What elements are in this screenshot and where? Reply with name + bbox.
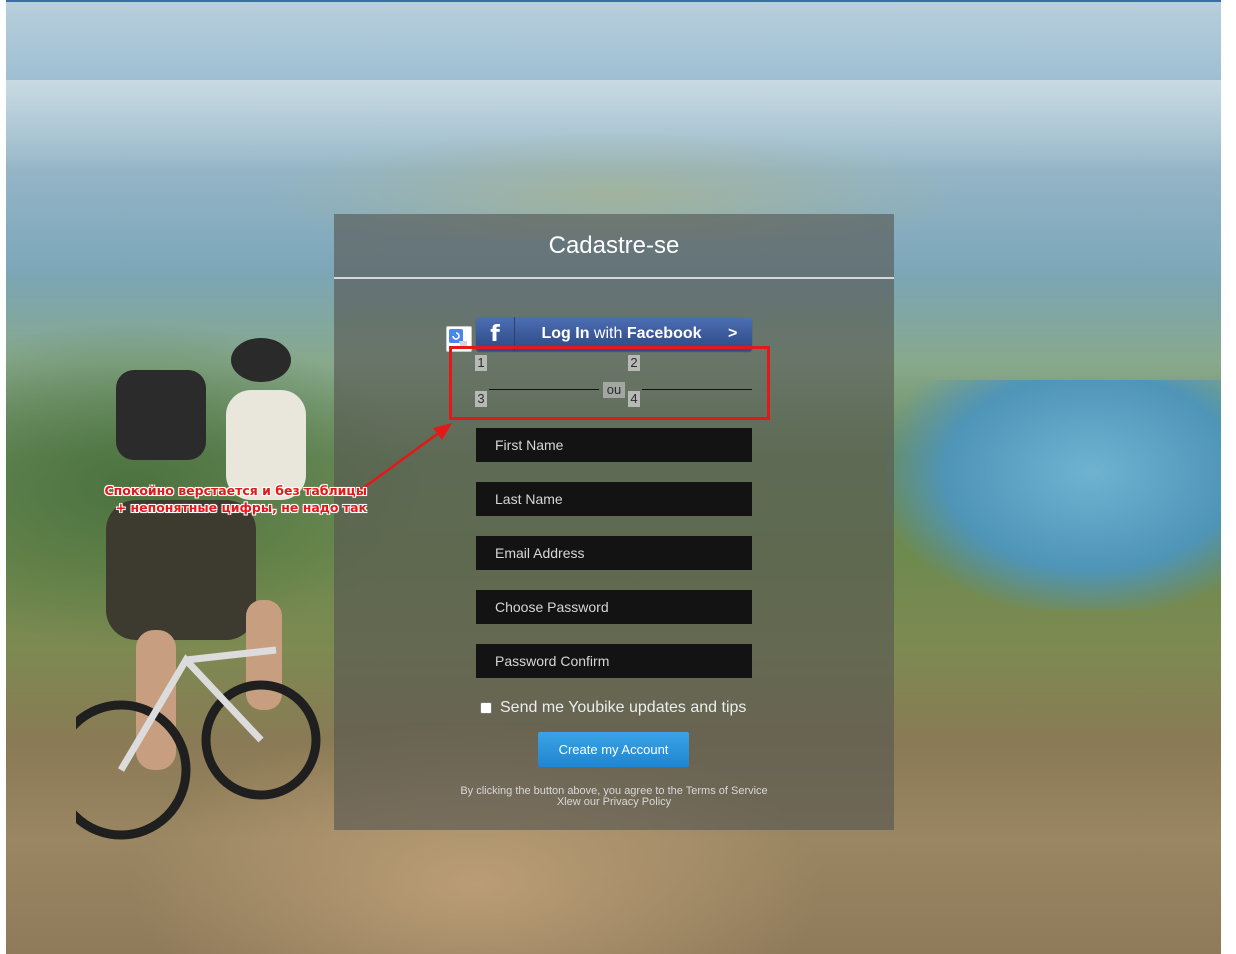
first-name-field[interactable] [476, 428, 752, 462]
title-divider [334, 277, 894, 279]
updates-checkbox-row: Send me Youbike updates and tips [480, 698, 746, 718]
terms-line-2[interactable]: Xlew our Privacy Policy [334, 797, 894, 808]
top-border [6, 0, 1221, 2]
page-title: Cadastre-se [548, 232, 680, 259]
annotation-line-2: + непонятные цифры, не надо так [115, 500, 367, 515]
facebook-login-label: Log In with Facebook [541, 325, 702, 342]
password-field[interactable] [476, 590, 752, 624]
password-confirm-field[interactable] [476, 644, 752, 678]
email-field[interactable] [476, 536, 752, 570]
annotation-line-1: Спокойно верстается и без таблицы [104, 483, 367, 498]
annotation-highlight-box [449, 346, 770, 420]
updates-checkbox[interactable] [480, 702, 492, 714]
create-account-button[interactable]: Create my Account [538, 732, 689, 767]
annotation-comment: Спокойно верстается и без таблицы + непо… [92, 482, 367, 516]
terms-text: By clicking the button above, you agree … [334, 786, 894, 808]
cyclist-figure [76, 338, 321, 840]
last-name-field[interactable] [476, 482, 752, 516]
chevron-right-icon: > [728, 325, 738, 342]
updates-checkbox-label[interactable]: Send me Youbike updates and tips [500, 699, 746, 717]
sea-bay [886, 380, 1221, 610]
